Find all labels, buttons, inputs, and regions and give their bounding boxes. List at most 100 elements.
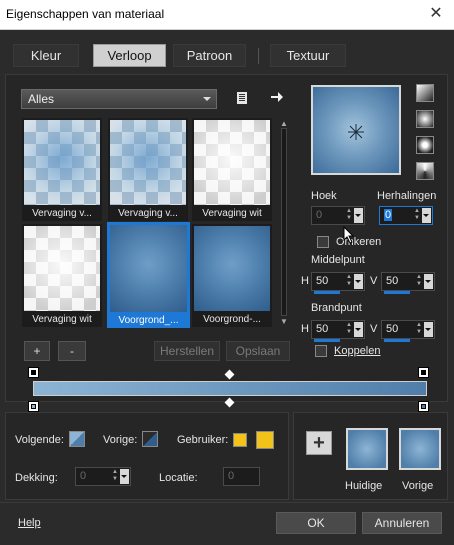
center-h-slider[interactable] — [314, 291, 340, 294]
radial-style-button[interactable] — [416, 136, 434, 154]
prev-color-swatch[interactable] — [142, 431, 158, 447]
remove-gradient-button[interactable]: - — [58, 341, 86, 361]
location-label: Locatie: — [159, 472, 198, 484]
angle-input[interactable]: 0 ▲ ▼ — [311, 206, 365, 225]
category-dropdown[interactable]: Alles — [21, 89, 217, 109]
rectangular-style-button[interactable] — [416, 110, 434, 128]
repeats-value: 0 — [384, 209, 393, 221]
gradient-item[interactable]: Vervaging wit — [192, 118, 272, 221]
opacity-stop-right[interactable] — [418, 367, 429, 378]
ok-button[interactable]: OK — [276, 512, 356, 534]
focal-v-input[interactable]: 50 ▲ ▼ — [381, 320, 435, 342]
gradient-item[interactable]: Vervaging wit — [22, 224, 102, 327]
scrollbar-thumb[interactable] — [281, 128, 287, 316]
user-color-swatch[interactable] — [233, 433, 247, 447]
previous-swatch[interactable] — [399, 428, 441, 470]
link-checkbox[interactable] — [315, 345, 327, 357]
current-label: Huidige — [345, 480, 383, 492]
opacity-stop-left[interactable] — [28, 367, 39, 378]
gradient-item[interactable]: Vervaging v... — [22, 118, 102, 221]
repeats-dropdown-icon[interactable] — [422, 208, 431, 223]
center-point-icon[interactable] — [348, 124, 364, 140]
tab-verloop[interactable]: Verloop — [93, 44, 166, 67]
tab-kleur[interactable]: Kleur — [13, 44, 79, 67]
next-color-swatch[interactable] — [69, 431, 85, 447]
opacity-input[interactable]: 0 ▲ ▼ — [75, 467, 131, 486]
focal-h-stepper[interactable]: ▲ ▼ — [344, 322, 354, 337]
focal-h-label: H — [301, 323, 309, 335]
focal-v-label: V — [370, 323, 378, 335]
previous-label: Vorige — [402, 480, 434, 492]
location-value: 0 — [228, 470, 235, 482]
center-label: Middelpunt — [311, 254, 365, 266]
center-v-dropdown-icon[interactable] — [424, 274, 433, 289]
gradient-item-selected[interactable]: Voorgrond_... — [107, 222, 190, 328]
location-input[interactable]: 0 — [223, 467, 260, 486]
gradient-item-label: Vervaging wit — [202, 208, 262, 219]
restore-button[interactable]: Herstellen — [154, 341, 220, 361]
center-v-slider[interactable] — [384, 291, 410, 294]
angular-style-button[interactable] — [416, 162, 434, 180]
add-gradient-button[interactable]: + — [24, 341, 50, 361]
gradient-preview — [24, 226, 100, 311]
gradient-preview — [24, 120, 100, 205]
gradient-preview — [110, 225, 187, 312]
gradient-library-icon[interactable] — [236, 91, 248, 105]
focal-h-slider[interactable] — [314, 339, 340, 342]
gradient-list-scrollbar[interactable]: ▲ ▼ — [278, 118, 290, 328]
center-v-value: 50 — [386, 275, 399, 287]
gradient-preview-large[interactable] — [311, 85, 401, 175]
focal-v-value: 50 — [386, 323, 399, 335]
gradient-bar[interactable] — [33, 381, 427, 396]
color-stop-left[interactable] — [28, 401, 39, 412]
cancel-button[interactable]: Annuleren — [362, 512, 442, 534]
gradient-preview — [110, 120, 186, 205]
gradient-item[interactable]: Voorgrond-... — [192, 224, 272, 327]
angle-dropdown-icon[interactable] — [354, 208, 363, 223]
center-h-stepper[interactable]: ▲ ▼ — [344, 274, 354, 289]
user-color-large-swatch[interactable] — [256, 431, 274, 449]
link-label: Koppelen — [334, 345, 381, 357]
tab-patroon[interactable]: Patroon — [173, 44, 246, 67]
angle-label: Hoek — [311, 190, 337, 202]
prev-label: Vorige: — [103, 434, 138, 446]
category-dropdown-value: Alles — [28, 92, 55, 106]
opacity-dropdown-icon[interactable] — [120, 469, 129, 484]
focal-h-dropdown-icon[interactable] — [354, 322, 363, 337]
save-button[interactable]: Opslaan — [226, 341, 290, 361]
scroll-up-icon[interactable]: ▲ — [280, 120, 288, 128]
focal-v-slider[interactable] — [384, 339, 410, 342]
color-stop-right[interactable] — [418, 401, 429, 412]
gradient-item[interactable]: Vervaging v... — [108, 118, 188, 221]
arrow-right-icon[interactable] — [270, 90, 284, 104]
opacity-stepper[interactable]: ▲ ▼ — [110, 469, 120, 484]
focal-h-value: 50 — [316, 323, 329, 335]
opacity-label: Dekking: — [15, 472, 58, 484]
gradient-preview — [194, 120, 270, 205]
current-swatch[interactable] — [346, 428, 388, 470]
center-h-input[interactable]: 50 ▲ ▼ — [311, 272, 365, 294]
angle-stepper[interactable]: ▲ ▼ — [344, 208, 354, 223]
focal-h-input[interactable]: 50 ▲ ▼ — [311, 320, 365, 342]
scroll-down-icon[interactable]: ▼ — [280, 318, 288, 326]
focal-v-dropdown-icon[interactable] — [424, 322, 433, 337]
repeats-stepper[interactable]: ▲ ▼ — [412, 208, 422, 223]
help-link[interactable]: Help — [18, 517, 41, 529]
tab-textuur[interactable]: Textuur — [270, 44, 346, 67]
center-v-stepper[interactable]: ▲ ▼ — [414, 274, 424, 289]
repeats-input[interactable]: 0 ▲ ▼ — [379, 206, 433, 225]
center-h-dropdown-icon[interactable] — [354, 274, 363, 289]
center-v-input[interactable]: 50 ▲ ▼ — [381, 272, 435, 294]
gradient-item-label: Vervaging v... — [118, 208, 178, 219]
gradient-item-label: Vervaging wit — [32, 314, 92, 325]
close-icon[interactable]: ✕ — [426, 4, 446, 24]
tab-separator — [258, 48, 259, 64]
linear-style-button[interactable] — [416, 84, 434, 102]
gradient-item-label: Vervaging v... — [32, 208, 92, 219]
gradient-item-label: Voorgrond_... — [107, 313, 190, 328]
invert-checkbox[interactable] — [317, 236, 329, 248]
add-swatch-button[interactable]: + — [306, 431, 332, 455]
window-title: Eigenschappen van materiaal — [6, 7, 165, 21]
angle-value: 0 — [316, 209, 323, 221]
focal-v-stepper[interactable]: ▲ ▼ — [414, 322, 424, 337]
